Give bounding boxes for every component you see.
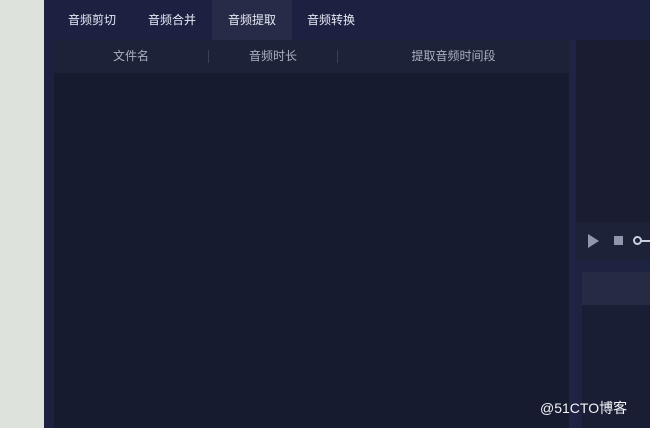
stop-icon[interactable] [614, 236, 623, 245]
tab-audio-convert[interactable]: 音频转换 [293, 0, 369, 40]
play-icon[interactable] [588, 234, 599, 248]
file-list-panel: 文件名 音频时长 提取音频时间段 [54, 40, 569, 428]
audio-tool-app: 音频剪切 音频合并 音频提取 音频转换 文件名 音频时长 提取音频时间段 [44, 0, 650, 428]
tab-bar: 音频剪切 音频合并 音频提取 音频转换 [44, 0, 650, 40]
column-header-extract-range[interactable]: 提取音频时间段 [338, 40, 569, 73]
tab-audio-merge[interactable]: 音频合并 [134, 0, 210, 40]
tab-audio-extract[interactable]: 音频提取 [212, 0, 292, 40]
watermark: @51CTO博客 [540, 400, 628, 416]
panel-scrollbar[interactable] [569, 40, 576, 428]
preview-area [576, 40, 650, 222]
player-controls [576, 222, 650, 260]
tab-audio-cut[interactable]: 音频剪切 [54, 0, 130, 40]
outer-background [0, 0, 44, 428]
side-list-header [582, 272, 650, 305]
table-header: 文件名 音频时长 提取音频时间段 [54, 40, 569, 73]
progress-slider-track[interactable] [640, 240, 650, 242]
table-body [54, 73, 569, 428]
column-header-duration[interactable]: 音频时长 [209, 40, 337, 73]
column-header-filename[interactable]: 文件名 [54, 40, 208, 73]
